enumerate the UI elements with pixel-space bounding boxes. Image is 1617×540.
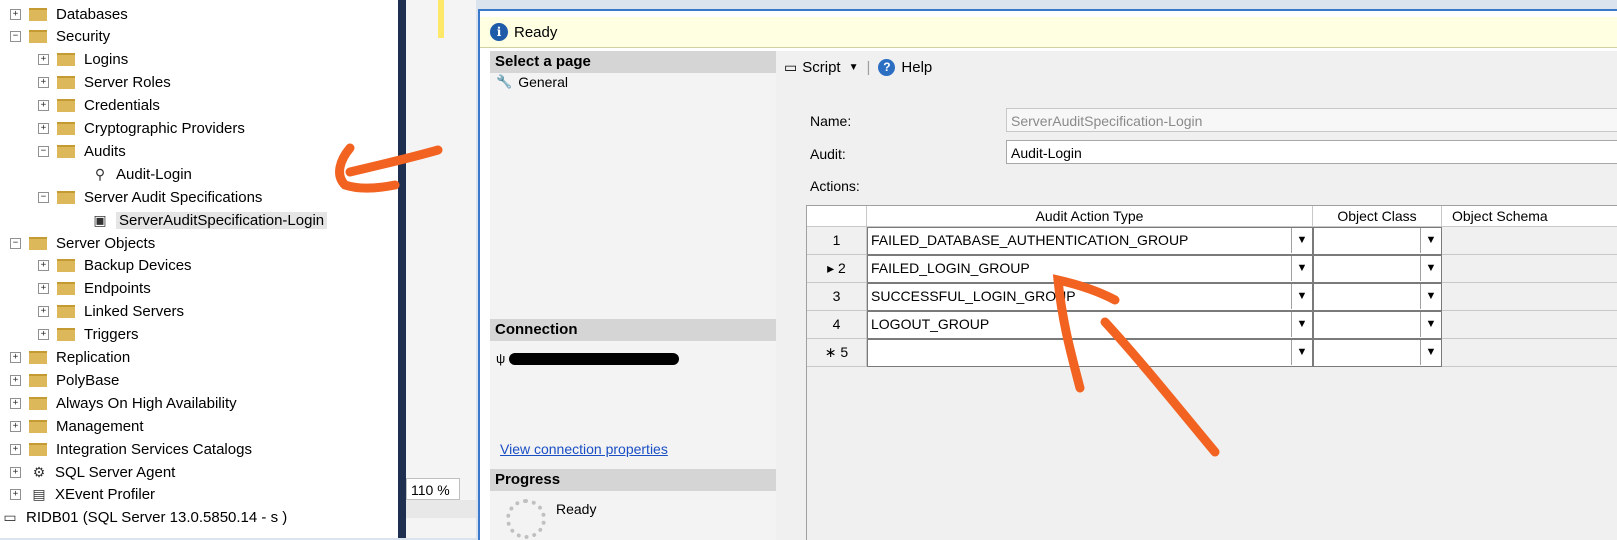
annotation-layer bbox=[335, 143, 1220, 457]
annotation-arrow-left bbox=[335, 143, 443, 193]
annotation-arrow-up bbox=[1052, 274, 1220, 457]
